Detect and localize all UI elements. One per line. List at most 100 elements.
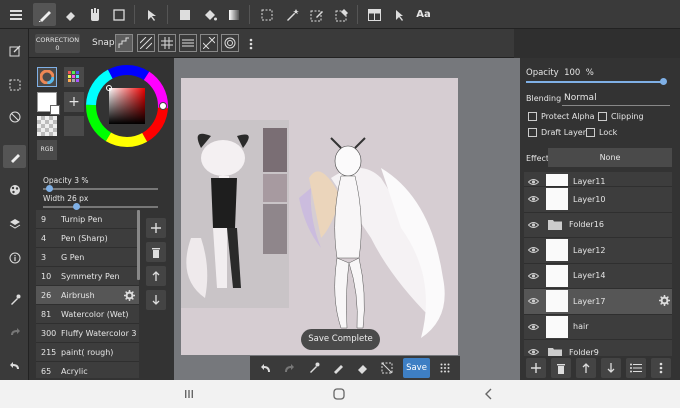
brush-opacity-knob[interactable]	[46, 185, 54, 192]
visibility-eye-icon[interactable]	[524, 221, 542, 229]
layer-item[interactable]: hair	[524, 315, 672, 340]
canvas-area[interactable]: Save Complete Save	[174, 58, 520, 380]
move-layer-down-icon[interactable]	[601, 358, 621, 378]
empty-swatch[interactable]	[64, 116, 84, 136]
selection-icon[interactable]	[3, 73, 26, 96]
brush-item[interactable]: 4 Pen (Sharp)	[36, 229, 139, 248]
layer-more-icon[interactable]	[651, 358, 671, 378]
edit-icon[interactable]	[3, 39, 26, 62]
brush-item[interactable]: 65 Acrylic	[36, 362, 139, 378]
snap-parallel-icon[interactable]	[137, 34, 155, 52]
visibility-eye-icon[interactable]	[524, 297, 542, 305]
panel-layout-icon[interactable]	[363, 3, 386, 26]
effect-button[interactable]: None	[548, 148, 672, 167]
redo-icon[interactable]	[3, 320, 26, 343]
home-icon[interactable]	[331, 386, 347, 402]
select-pen-icon[interactable]	[305, 3, 328, 26]
snap-circle-icon[interactable]	[221, 34, 239, 52]
fill-rect-tool-icon[interactable]	[173, 3, 196, 26]
rgb-mode-button[interactable]: RGB	[37, 140, 57, 160]
layer-item[interactable]: Layer11	[524, 172, 672, 187]
primary-color-swatch[interactable]	[37, 92, 60, 115]
bucket-tool-icon[interactable]	[198, 3, 221, 26]
visibility-eye-icon[interactable]	[524, 348, 542, 356]
eyedropper-icon[interactable]	[3, 288, 26, 311]
text-tool-button[interactable]: Aa	[412, 3, 435, 26]
eyedropper-icon[interactable]	[304, 358, 324, 378]
move-brush-down-icon[interactable]	[146, 290, 166, 310]
visibility-eye-icon[interactable]	[524, 272, 542, 280]
delete-layer-icon[interactable]	[551, 358, 571, 378]
recent-apps-icon[interactable]	[181, 386, 197, 402]
brush-item[interactable]: 215 paint( rough)	[36, 343, 139, 362]
magic-wand-icon[interactable]	[280, 3, 303, 26]
layer-folder-item[interactable]: Folder9	[524, 340, 672, 356]
brush-item[interactable]: 26 Airbrush	[36, 286, 139, 305]
grid-menu-icon[interactable]	[435, 358, 455, 378]
visibility-eye-icon[interactable]	[524, 246, 542, 254]
menu-icon[interactable]	[4, 3, 27, 26]
snap-cross-icon[interactable]	[158, 34, 176, 52]
more-options-icon[interactable]	[239, 32, 262, 55]
hand-tool-icon[interactable]	[83, 3, 106, 26]
add-layer-icon[interactable]	[526, 358, 546, 378]
move-tool-icon[interactable]	[140, 3, 163, 26]
brush-panel-icon[interactable]	[3, 145, 26, 168]
correction-button[interactable]: CORRECTION 0	[35, 34, 80, 53]
delete-brush-icon[interactable]	[146, 242, 166, 262]
protect-alpha-checkbox[interactable]: Protect Alpha	[528, 112, 595, 121]
undo-icon[interactable]	[256, 358, 276, 378]
color-wheel-mode-icon[interactable]	[37, 67, 57, 87]
visibility-eye-icon[interactable]	[524, 323, 542, 331]
move-layer-up-icon[interactable]	[576, 358, 596, 378]
layer-item[interactable]: Layer12	[524, 238, 672, 264]
layer-folder-item[interactable]: Folder16	[524, 213, 672, 238]
redo-icon[interactable]	[279, 358, 299, 378]
brush-opacity-slider[interactable]	[43, 185, 158, 192]
gradient-tool-icon[interactable]	[222, 3, 245, 26]
eraser-tool-icon[interactable]	[58, 3, 81, 26]
layer-item[interactable]: Layer10	[524, 187, 672, 213]
visibility-eye-icon[interactable]	[524, 195, 542, 203]
visibility-eye-icon[interactable]	[524, 178, 542, 186]
drawing-canvas[interactable]	[181, 78, 458, 355]
shape-tool-icon[interactable]	[107, 3, 130, 26]
brush-tool-icon[interactable]	[33, 3, 56, 26]
deselect-icon[interactable]	[377, 358, 397, 378]
color-palette-icon[interactable]	[64, 67, 84, 87]
layer-list-menu-icon[interactable]	[626, 358, 646, 378]
clipping-checkbox[interactable]: Clipping	[598, 112, 644, 121]
brush-item[interactable]: 3 G Pen	[36, 248, 139, 267]
blending-mode-select[interactable]: Normal	[562, 90, 670, 106]
save-button[interactable]: Save	[403, 358, 430, 378]
snap-off-icon[interactable]	[115, 34, 133, 52]
back-icon[interactable]	[481, 386, 497, 402]
brush-list-scrollbar[interactable]	[137, 210, 140, 280]
layer-item[interactable]: Layer14	[524, 264, 672, 289]
layers-panel-icon[interactable]	[3, 212, 26, 235]
color-panel-icon[interactable]	[3, 178, 26, 201]
layer-settings-gear-icon[interactable]	[659, 295, 670, 309]
lock-checkbox[interactable]: Lock	[586, 128, 617, 137]
add-color-icon[interactable]: +	[64, 92, 84, 112]
brush-width-slider[interactable]	[43, 203, 158, 210]
select-tool-icon[interactable]	[255, 3, 278, 26]
select-eraser-icon[interactable]	[330, 3, 353, 26]
brush-width-knob[interactable]	[72, 203, 80, 210]
snap-radial-icon[interactable]	[200, 34, 218, 52]
transparent-color-swatch[interactable]	[37, 116, 57, 136]
secondary-color-swatch[interactable]	[50, 105, 60, 115]
add-brush-icon[interactable]	[146, 218, 166, 238]
snap-grid-icon[interactable]	[179, 34, 197, 52]
layer-opacity-knob[interactable]	[660, 78, 667, 85]
undo-icon[interactable]	[3, 354, 26, 377]
eraser-icon[interactable]	[352, 358, 372, 378]
brush-item[interactable]: 81 Watercolor (Wet)	[36, 305, 139, 324]
brush-item[interactable]: 10 Symmetry Pen	[36, 267, 139, 286]
info-icon[interactable]	[3, 246, 26, 269]
layer-opacity-slider[interactable]	[526, 81, 666, 83]
brush-item[interactable]: 300 Fluffy Watercolor 3	[36, 324, 139, 343]
draft-layer-checkbox[interactable]: Draft Layer	[528, 128, 586, 137]
operation-tool-icon[interactable]	[387, 3, 410, 26]
layer-item[interactable]: Layer17	[524, 289, 672, 315]
